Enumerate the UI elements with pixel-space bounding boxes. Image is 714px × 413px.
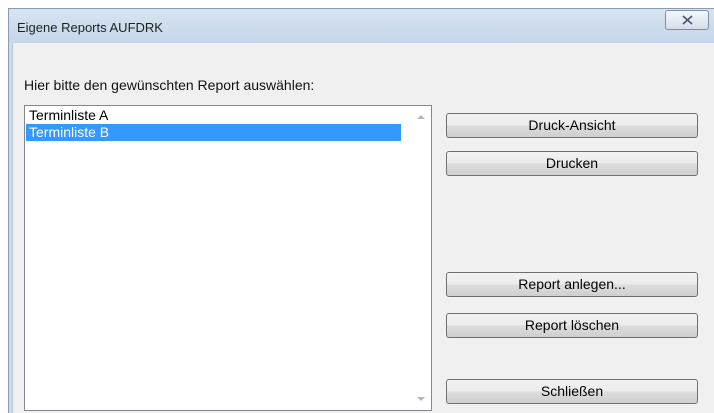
report-item-terminliste-b[interactable]: Terminliste B xyxy=(26,124,401,141)
dialog-body: Hier bitte den gewünschten Report auswäh… xyxy=(12,43,714,413)
close-button[interactable]: Schließen xyxy=(446,379,698,404)
report-item-terminliste-a[interactable]: Terminliste A xyxy=(26,107,401,124)
scroll-up-arrow-icon[interactable] xyxy=(417,115,425,119)
delete-report-button[interactable]: Report löschen xyxy=(446,313,698,338)
close-window-button[interactable] xyxy=(665,10,709,30)
scroll-down-arrow-icon[interactable] xyxy=(417,397,425,401)
vertical-scrollbar[interactable] xyxy=(413,107,430,409)
title-bar[interactable]: Eigene Reports AUFDRK xyxy=(9,9,714,43)
window-title: Eigene Reports AUFDRK xyxy=(17,20,163,35)
print-preview-button[interactable]: Druck-Ansicht xyxy=(446,113,698,138)
create-report-button[interactable]: Report anlegen... xyxy=(446,272,698,297)
dialog-window: Eigene Reports AUFDRK Hier bitte den gew… xyxy=(8,8,714,413)
print-button[interactable]: Drucken xyxy=(446,151,698,176)
close-x-icon xyxy=(682,15,693,25)
prompt-label: Hier bitte den gewünschten Report auswäh… xyxy=(24,77,315,93)
report-listbox[interactable]: Terminliste A Terminliste B xyxy=(24,105,432,411)
